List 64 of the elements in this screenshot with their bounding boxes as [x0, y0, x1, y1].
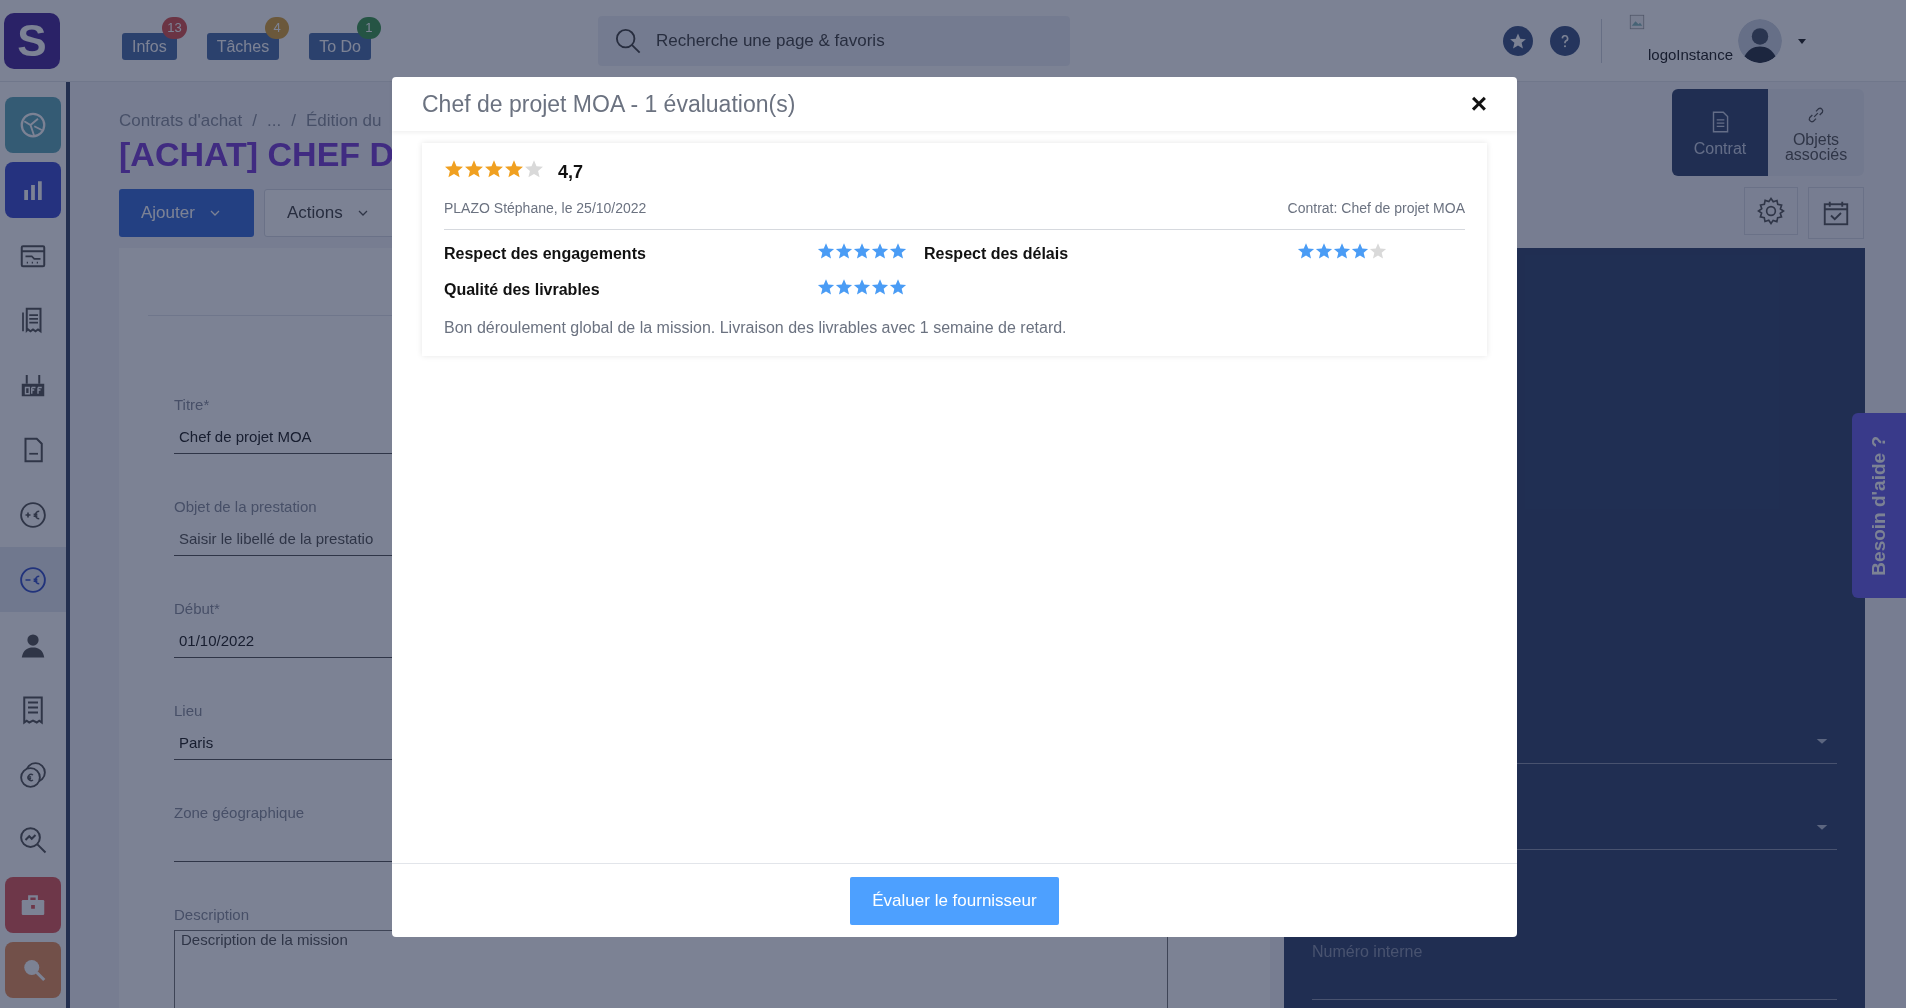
star-icon: [1315, 242, 1333, 260]
logo-text: logoInstance: [1647, 44, 1734, 65]
star-icon: [835, 278, 853, 296]
settings-icon: [1756, 196, 1786, 226]
breadcrumb-link[interactable]: ...: [267, 108, 282, 134]
star-icon: [835, 242, 853, 260]
minus-euro-icon: [18, 564, 48, 595]
evaluation-comment: Bon déroulement global de la mission. Livraison des livrables avec 1 semaine de retard.: [444, 318, 1068, 338]
broken-image-icon: [1627, 12, 1646, 31]
star-icon: [504, 159, 524, 179]
star-icon: [1333, 242, 1351, 260]
help-button[interactable]: [1549, 25, 1580, 56]
favorites-button[interactable]: [1502, 25, 1533, 56]
avatar: [1737, 18, 1782, 63]
sidebar-item[interactable]: [5, 941, 61, 998]
search-field[interactable]: Recherche une page & favoris: [655, 15, 1054, 66]
count-badge: 13: [162, 17, 187, 39]
rating-score: 4,7: [558, 161, 584, 184]
page-title: [ACHAT] CHEF D: [119, 134, 395, 174]
sidebar-item[interactable]: [5, 876, 61, 933]
criterion-label: Qualité des livrables: [444, 280, 601, 300]
contract-name: Contrat: Chef de projet MOA: [1287, 199, 1465, 218]
count-badge: 4: [265, 17, 290, 39]
sidebar-item[interactable]: [5, 96, 61, 153]
star-icon: [524, 159, 544, 179]
star-icon: [853, 278, 871, 296]
star-icon: [871, 242, 889, 260]
star-icon: [464, 159, 484, 179]
menu-button[interactable]: Infos: [122, 33, 177, 60]
toolbar-button[interactable]: Ajouter: [119, 189, 254, 237]
coins-icon: [18, 759, 48, 790]
star-icon: [853, 242, 871, 260]
plus-euro-icon: [18, 499, 48, 530]
search-icon: [613, 26, 642, 55]
star-icon: [871, 278, 889, 296]
menu-button[interactable]: To Do: [309, 33, 371, 60]
star-icon: [817, 278, 835, 296]
menu-button[interactable]: Tâches: [206, 33, 280, 60]
close-button[interactable]: ×: [1470, 90, 1487, 118]
help-tab[interactable]: Besoin d'aide ?: [1852, 413, 1906, 598]
count-badge: 1: [356, 17, 381, 39]
star-icon: [484, 159, 504, 179]
star-icon: [817, 242, 835, 260]
criterion-label: Respect des délais: [924, 244, 1070, 264]
star-icon: [1297, 242, 1315, 260]
criterion-label: Respect des engagements: [444, 244, 647, 264]
search-bar[interactable]: Recherche une page & favoris: [597, 15, 1070, 66]
app-logo[interactable]: S: [4, 12, 60, 69]
author-date: PLAZO Stéphane, le 25/10/2022: [444, 199, 647, 218]
chart-search-icon: [18, 824, 48, 855]
side-tab[interactable]: Contrat: [1672, 89, 1768, 176]
star-icon: [889, 242, 907, 260]
star-icon: [1369, 242, 1387, 260]
modal-title: Chef de projet MOA - 1 évaluation(s): [422, 89, 796, 119]
star-icon: [1351, 242, 1369, 260]
breadcrumb-separator: /: [291, 110, 296, 132]
side-tab[interactable]: Objets associés: [1768, 89, 1864, 176]
calendar-button[interactable]: [1808, 187, 1864, 239]
settings-button[interactable]: [1744, 187, 1798, 235]
breadcrumb-separator: /: [252, 110, 257, 132]
sidebar-item[interactable]: [5, 161, 61, 218]
star-icon: [444, 159, 464, 179]
star-icon: [889, 278, 907, 296]
evaluate-button[interactable]: Évaluer le fournisseur: [850, 877, 1059, 925]
